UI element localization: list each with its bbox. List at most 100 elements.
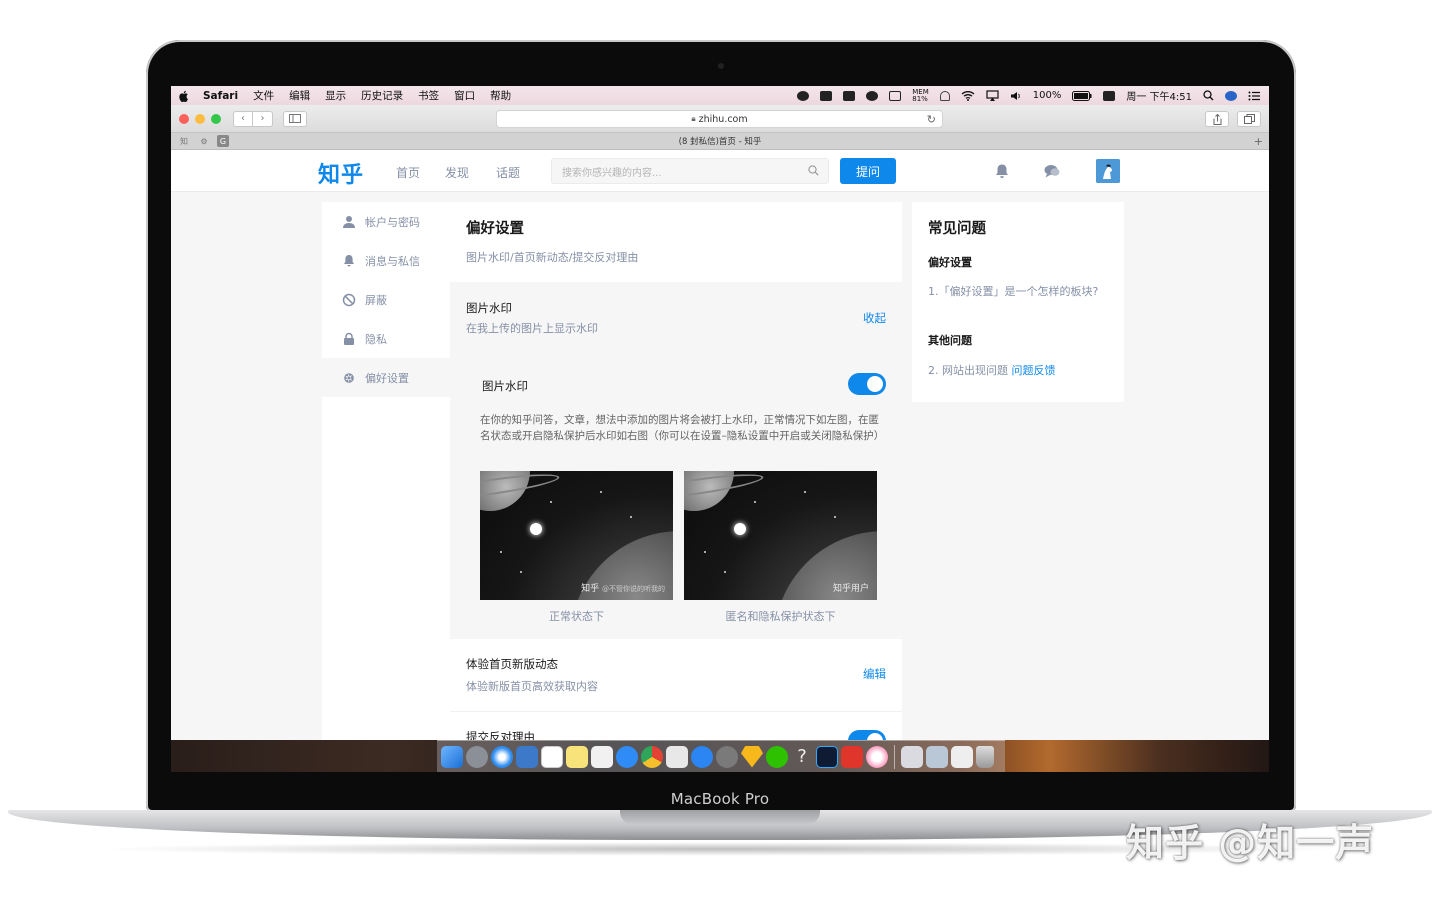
menubar-clock[interactable]: 周一 下午4:51 (1126, 88, 1192, 103)
minimize-window-button[interactable] (195, 113, 205, 124)
tabs-overview-button[interactable] (1237, 111, 1261, 127)
messages-icon[interactable] (1043, 163, 1061, 179)
notification-center-icon[interactable] (1248, 91, 1261, 101)
memory-value: 81% (912, 94, 928, 103)
airplay-icon[interactable] (986, 90, 999, 101)
search-icon[interactable] (808, 165, 819, 176)
screen-icon[interactable] (889, 90, 902, 101)
photoshop-icon[interactable] (816, 745, 838, 768)
new-tab-button[interactable]: + (1254, 135, 1263, 148)
star (834, 516, 836, 518)
sidebar-toggle-button[interactable] (283, 110, 307, 127)
app-store-icon[interactable] (691, 745, 713, 768)
watermark-expanded: 图片水印 在你的知乎问答，文章，想法中添加的图片将会被打上水印，正常情况下如左图… (450, 354, 902, 639)
siri-icon[interactable] (1225, 90, 1237, 101)
address-bar[interactable]: 🔒︎ zhihu.com ↻ (496, 110, 943, 128)
anonymous-watermark-preview: 知乎用户 (684, 471, 877, 600)
new-feed-section: 体验首页新版动态 体验新版首页高效获取内容 编辑 (450, 639, 902, 712)
volume-icon[interactable] (1010, 91, 1022, 101)
zoom-window-button[interactable] (211, 113, 221, 124)
wechat-icon[interactable] (766, 745, 788, 768)
sidebar-item-messages[interactable]: 消息与私信 (322, 241, 450, 280)
faq-title: 常见问题 (928, 221, 986, 237)
help-icon[interactable]: ? (791, 746, 813, 768)
cloud-icon[interactable] (843, 90, 856, 101)
sidebar-item-account[interactable]: 帐户与密码 (322, 202, 450, 241)
trash-icon[interactable] (976, 745, 994, 768)
tab-title[interactable]: (8 封私信)首页 - 知乎 (171, 135, 1269, 147)
watermark-body: 图片水印 在你的知乎问答，文章，想法中添加的图片将会被打上水印，正常情况下如左图… (450, 354, 902, 639)
screen: Safari 文件 编辑 显示 历史记录 书签 窗口 帮助 MEM 81% 10… (171, 86, 1269, 772)
memory-indicator[interactable]: MEM 81% (912, 88, 929, 103)
zhihu-logo[interactable]: 知乎 (318, 157, 364, 189)
menu-edit[interactable]: 编辑 (289, 88, 310, 103)
nav-topics[interactable]: 话题 (496, 164, 520, 181)
paw-icon[interactable] (797, 90, 810, 101)
nav-explore[interactable]: 发现 (445, 164, 469, 181)
watermark-section-title: 图片水印 (466, 301, 512, 315)
wifi-icon[interactable] (961, 90, 975, 101)
bell-icon[interactable] (993, 163, 1011, 179)
toolbar-right (1205, 111, 1261, 127)
input-method-icon[interactable] (1103, 90, 1116, 101)
sidebar-item-block[interactable]: 屏蔽 (322, 280, 450, 319)
sketch-icon[interactable] (741, 745, 763, 768)
messages-app-icon[interactable] (616, 745, 638, 768)
star (600, 491, 602, 493)
collapse-link[interactable]: 收起 (863, 310, 886, 326)
launchpad-icon[interactable] (466, 745, 488, 768)
share-button[interactable] (1205, 111, 1229, 127)
menu-history[interactable]: 历史记录 (361, 88, 403, 103)
anonymous-caption: 匿名和隐私保护状态下 (725, 610, 836, 623)
notes-icon[interactable] (566, 745, 588, 768)
finder-icon[interactable] (441, 745, 463, 768)
chrome-icon[interactable] (641, 745, 663, 768)
star (724, 571, 726, 573)
apple-icon[interactable] (179, 90, 189, 102)
system-preferences-icon[interactable] (716, 745, 738, 768)
downloads-folder-icon[interactable] (926, 745, 948, 768)
watermark-toggle[interactable] (848, 373, 886, 395)
menu-bookmarks[interactable]: 书签 (418, 88, 439, 103)
edit-link[interactable]: 编辑 (863, 666, 886, 682)
menu-app-name[interactable]: Safari (203, 90, 238, 102)
reload-icon[interactable]: ↻ (927, 113, 936, 126)
bell-icon (344, 254, 354, 266)
sidebar-item-privacy[interactable]: 隐私 (322, 319, 450, 358)
user-avatar[interactable] (1096, 159, 1120, 183)
menu-view[interactable]: 显示 (325, 88, 346, 103)
mail-icon[interactable] (516, 745, 538, 768)
sublime-icon[interactable] (841, 745, 863, 768)
menu-window[interactable]: 窗口 (454, 88, 475, 103)
search-input[interactable]: 搜索你感兴趣的内容... (551, 158, 829, 184)
preview-icon[interactable] (666, 745, 688, 768)
faq-item-2-text[interactable]: 2. 网站出现问题 (928, 364, 1008, 377)
forward-button[interactable]: › (253, 110, 273, 127)
new-feed-title: 体验首页新版动态 (466, 657, 558, 671)
battery-icon[interactable] (1072, 90, 1092, 101)
document-stack-icon[interactable] (951, 745, 973, 768)
close-window-button[interactable] (179, 113, 189, 124)
ask-question-button[interactable]: 提问 (840, 158, 896, 184)
block-icon (342, 293, 356, 306)
itunes-icon[interactable] (866, 745, 888, 768)
faq-item-1[interactable]: 1.「偏好设置」是一个怎样的板块? (928, 284, 1108, 300)
creative-cloud-icon[interactable] (866, 90, 879, 101)
calendar-icon[interactable] (541, 745, 563, 768)
reminders-icon[interactable] (591, 745, 613, 768)
spotlight-icon[interactable] (1203, 90, 1214, 101)
safari-icon[interactable] (491, 745, 513, 768)
watermark-explanation: 在你的知乎问答，文章，想法中添加的图片将会被打上水印，正常情况下如左图，在匿名状… (480, 414, 885, 442)
sidebar-item-label: 隐私 (365, 332, 387, 346)
feedback-link[interactable]: 问题反馈 (1012, 364, 1056, 377)
watermark-toggle-label: 图片水印 (482, 379, 528, 393)
dropbox-icon[interactable] (820, 90, 833, 101)
menu-file[interactable]: 文件 (253, 88, 274, 103)
back-button[interactable]: ‹ (233, 110, 253, 127)
nav-home[interactable]: 首页 (396, 164, 420, 181)
screenshot-folder-icon[interactable] (901, 745, 923, 768)
sidebar-item-preferences[interactable]: 偏好设置 (322, 358, 450, 397)
tab-bar: 知 ⚙ G (8 封私信)首页 - 知乎 + (171, 133, 1269, 150)
time-machine-icon[interactable] (939, 90, 950, 101)
menu-help[interactable]: 帮助 (490, 88, 511, 103)
